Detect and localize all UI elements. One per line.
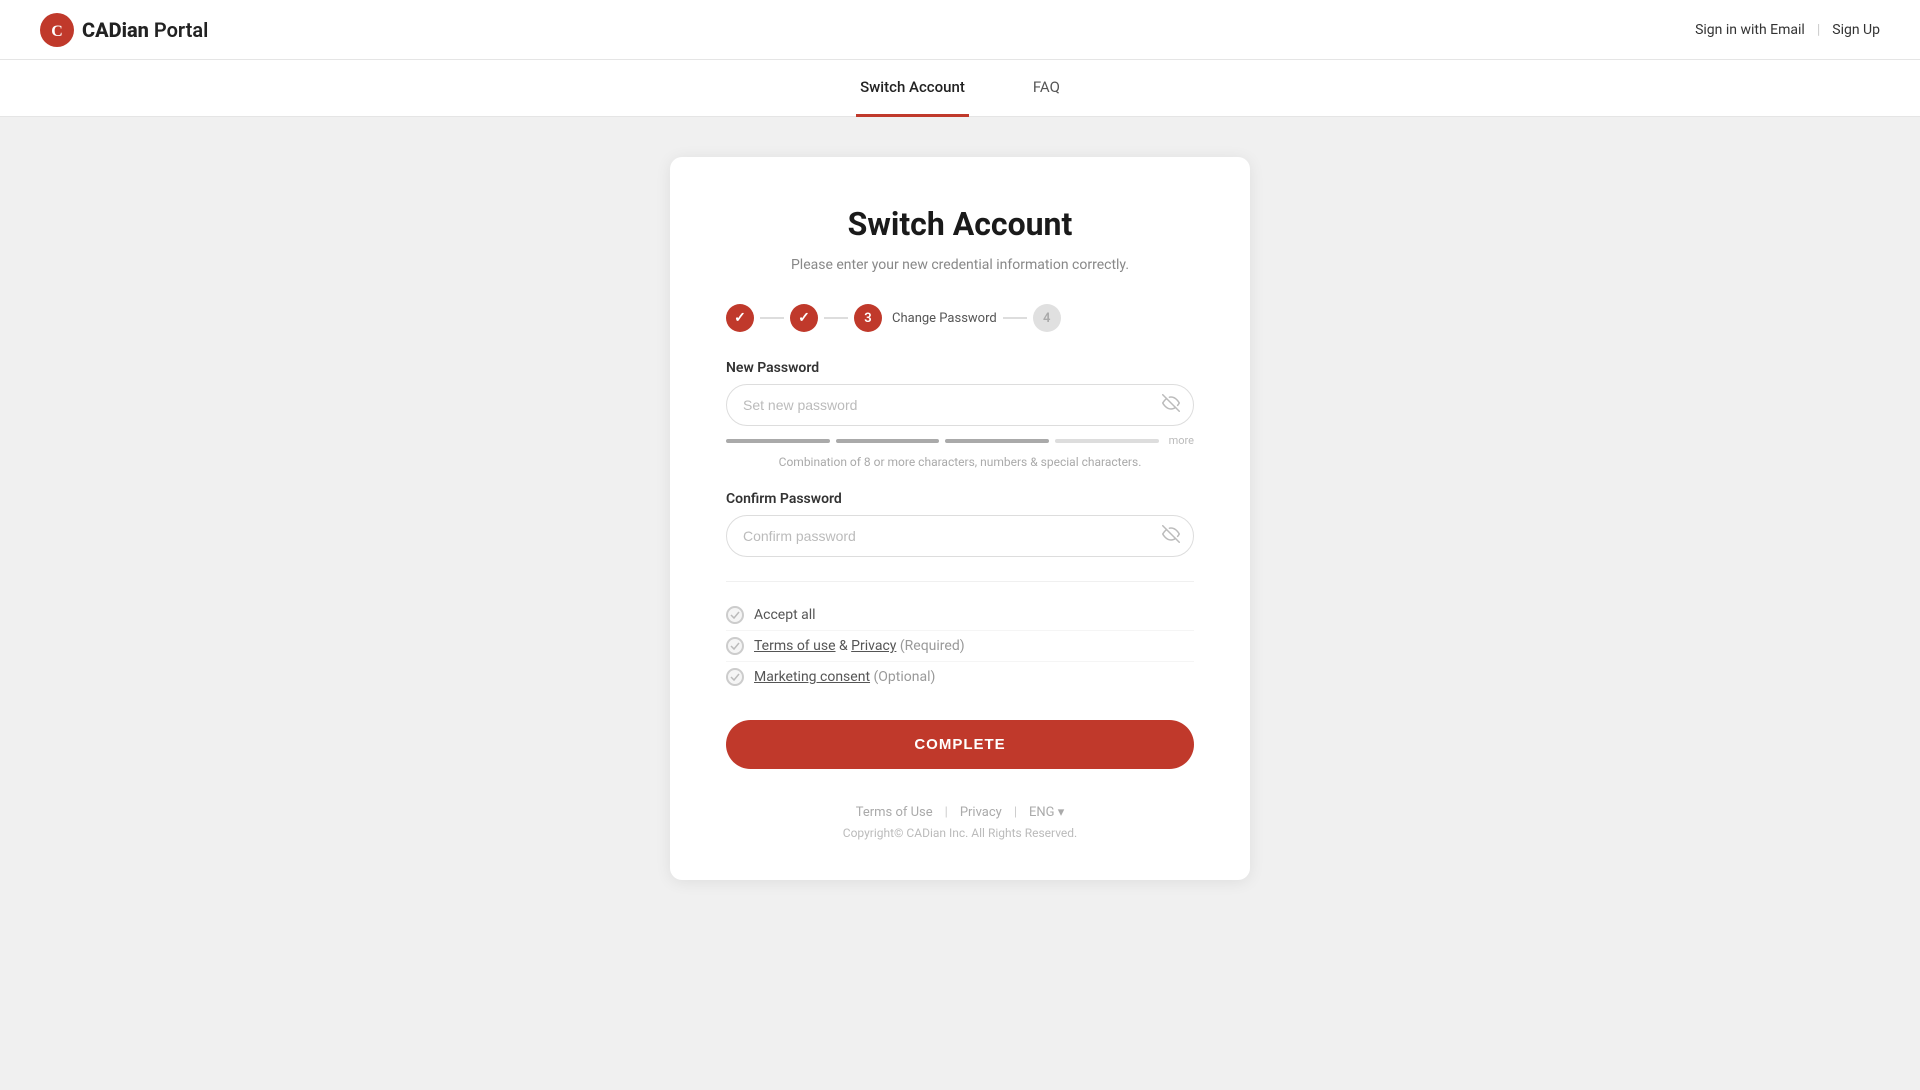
new-password-label: New Password: [726, 360, 1194, 376]
footer-language-selector[interactable]: ENG ▾: [1029, 805, 1064, 820]
marketing-row: Marketing consent (Optional): [726, 661, 1194, 692]
strength-bar-3: [945, 439, 1049, 443]
strength-bar-2: [836, 439, 940, 443]
password-strength: more: [726, 434, 1194, 447]
terms-suffix: (Required): [896, 638, 964, 654]
logo-text: CADian Portal: [82, 18, 208, 42]
sign-in-email-link[interactable]: Sign in with Email: [1695, 22, 1805, 38]
footer-terms-link[interactable]: Terms of Use: [856, 805, 933, 820]
logo-icon: C: [40, 13, 74, 47]
step-2-check: ✓: [798, 310, 810, 326]
step-line-2: [824, 317, 848, 319]
confirm-password-label: Confirm Password: [726, 491, 1194, 507]
step-4-number: 4: [1043, 311, 1050, 326]
card-title: Switch Account: [726, 205, 1194, 243]
terms-between: &: [836, 638, 852, 654]
confirm-password-toggle-icon[interactable]: [1162, 525, 1180, 547]
main-content: Switch Account Please enter your new cre…: [0, 117, 1920, 1090]
new-password-wrapper: [726, 384, 1194, 426]
accept-all-checkbox[interactable]: [726, 606, 744, 624]
copyright: Copyright© CADian Inc. All Rights Reserv…: [726, 826, 1194, 840]
confirm-password-wrapper: [726, 515, 1194, 557]
terms-checkbox[interactable]: [726, 637, 744, 655]
header-actions: Sign in with Email | Sign Up: [1695, 22, 1880, 38]
tab-switch-account[interactable]: Switch Account: [856, 60, 969, 117]
svg-text:C: C: [51, 23, 63, 40]
accept-all-row: Accept all: [726, 600, 1194, 630]
sign-up-link[interactable]: Sign Up: [1832, 22, 1880, 38]
nav-tabs: Switch Account FAQ: [0, 60, 1920, 117]
strength-bar-1: [726, 439, 830, 443]
privacy-link[interactable]: Privacy: [851, 638, 896, 654]
accept-all-label: Accept all: [754, 607, 816, 623]
tab-faq[interactable]: FAQ: [1029, 60, 1064, 117]
step-4: 4: [1033, 304, 1061, 332]
card-footer: Terms of Use | Privacy | ENG ▾ Copyright…: [726, 805, 1194, 840]
card-subtitle: Please enter your new credential informa…: [726, 255, 1194, 276]
terms-text: Terms of use & Privacy (Required): [754, 638, 965, 654]
stepper: ✓ ✓ 3 Change Password 4: [726, 304, 1194, 332]
terms-of-use-link[interactable]: Terms of use: [754, 638, 836, 654]
strength-label: more: [1169, 434, 1194, 447]
strength-hint: Combination of 8 or more characters, num…: [726, 453, 1194, 471]
step-1-check: ✓: [734, 310, 746, 326]
chevron-down-icon: ▾: [1058, 805, 1065, 820]
new-password-toggle-icon[interactable]: [1162, 394, 1180, 416]
marketing-consent-link[interactable]: Marketing consent: [754, 669, 870, 685]
checkbox-section: Accept all Terms of use & Privacy (Requi…: [726, 581, 1194, 692]
new-password-input[interactable]: [726, 384, 1194, 426]
step-3-label: Change Password: [892, 311, 997, 326]
logo: C CADian Portal: [40, 13, 208, 47]
step-2: ✓: [790, 304, 818, 332]
footer-sep-2: |: [1014, 805, 1017, 820]
complete-button[interactable]: COMPLETE: [726, 720, 1194, 769]
confirm-password-input[interactable]: [726, 515, 1194, 557]
footer-privacy-link[interactable]: Privacy: [960, 805, 1002, 820]
marketing-suffix: (Optional): [870, 669, 935, 685]
step-3: 3: [854, 304, 882, 332]
step-1: ✓: [726, 304, 754, 332]
step-line-1: [760, 317, 784, 319]
marketing-checkbox[interactable]: [726, 668, 744, 686]
footer-sep-1: |: [945, 805, 948, 820]
header: C CADian Portal Sign in with Email | Sig…: [0, 0, 1920, 60]
footer-links: Terms of Use | Privacy | ENG ▾: [726, 805, 1194, 820]
step-line-3: [1003, 317, 1027, 319]
marketing-text: Marketing consent (Optional): [754, 669, 935, 685]
terms-row: Terms of use & Privacy (Required): [726, 630, 1194, 661]
card: Switch Account Please enter your new cre…: [670, 157, 1250, 880]
header-divider: |: [1817, 22, 1820, 38]
strength-bar-4: [1055, 439, 1159, 443]
step-3-number: 3: [864, 311, 871, 326]
